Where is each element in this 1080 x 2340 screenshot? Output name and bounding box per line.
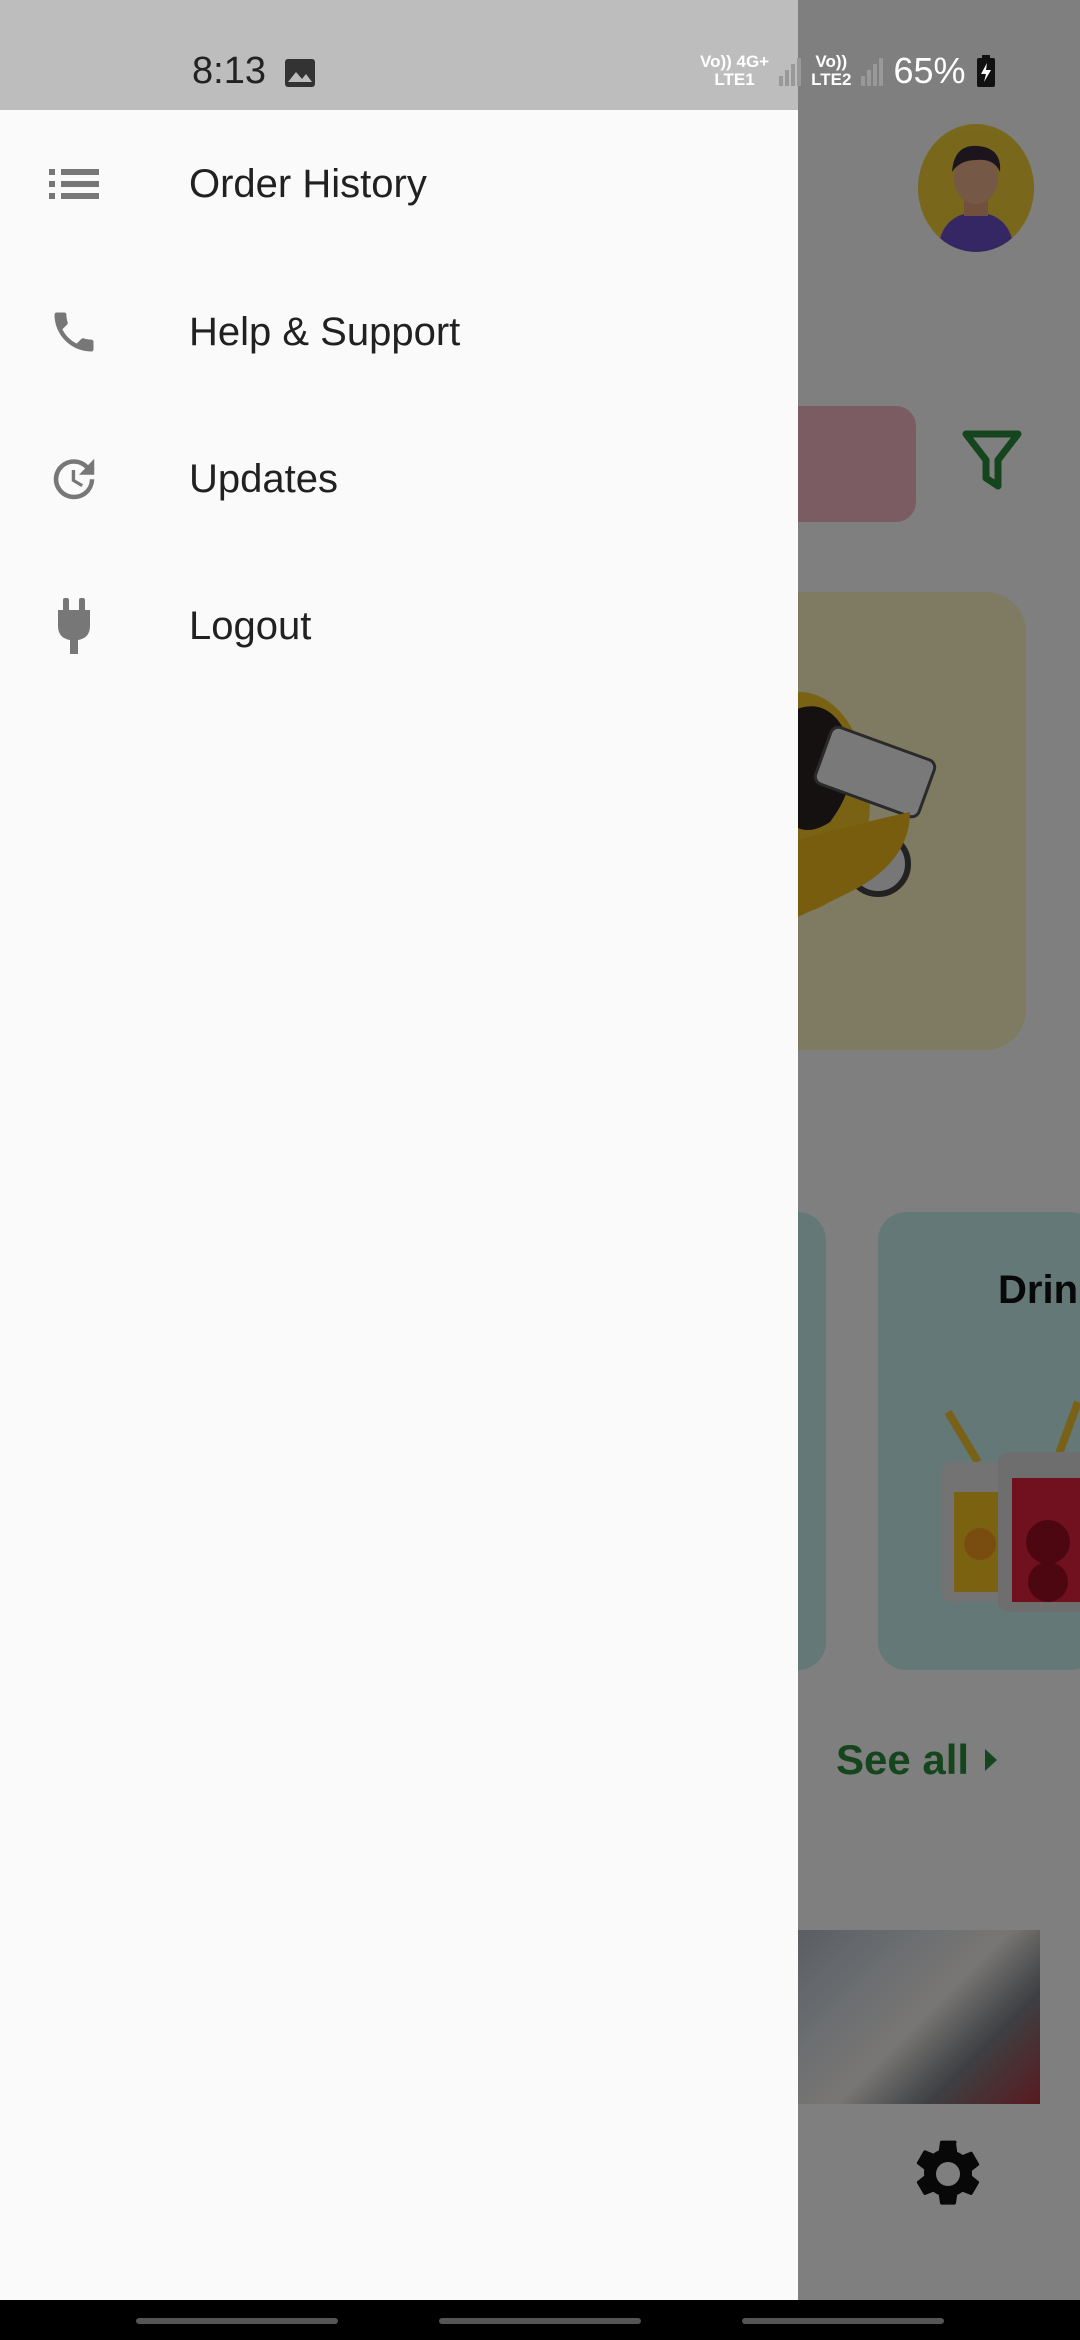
status-time: 8:13 (192, 50, 266, 92)
image-notification-icon (285, 59, 315, 87)
list-icon (44, 154, 104, 214)
status-indicators: Vo)) 4G+ LTE1 Vo)) LTE2 65% (700, 50, 996, 92)
network-2-label: Vo)) (815, 52, 848, 71)
network-1-label: Vo)) 4G+ (700, 52, 770, 71)
drawer-item-order-history[interactable]: Order History (0, 114, 798, 254)
phone-icon (44, 302, 104, 362)
network-1-sublabel: LTE1 (714, 70, 755, 89)
signal-1-icon (779, 58, 802, 86)
battery-charging-icon (976, 55, 995, 87)
nav-recents-handle[interactable] (136, 2318, 338, 2324)
drawer-item-label: Updates (189, 456, 338, 501)
signal-2-icon (861, 58, 884, 86)
drawer-item-updates[interactable]: Updates (0, 409, 798, 549)
nav-home-handle[interactable] (439, 2318, 641, 2324)
status-bar: 8:13 (0, 0, 798, 110)
drawer-item-help-support[interactable]: Help & Support (0, 262, 798, 402)
drawer-item-label: Help & Support (189, 309, 461, 354)
network-1: Vo)) 4G+ LTE1 (700, 53, 769, 89)
network-2-sublabel: LTE2 (811, 70, 852, 89)
drawer-item-label: Logout (189, 603, 312, 648)
network-2: Vo)) LTE2 (811, 53, 851, 89)
drawer-item-logout[interactable]: Logout (0, 556, 798, 696)
navigation-drawer: Order History Help & Support Updates Log… (0, 110, 798, 2300)
drawer-item-label: Order History (189, 161, 427, 206)
system-nav-bar (0, 2300, 1080, 2340)
nav-back-handle[interactable] (742, 2318, 944, 2324)
battery-percent: 65% (893, 50, 966, 91)
plug-icon (44, 596, 104, 656)
update-clock-icon (44, 449, 104, 509)
